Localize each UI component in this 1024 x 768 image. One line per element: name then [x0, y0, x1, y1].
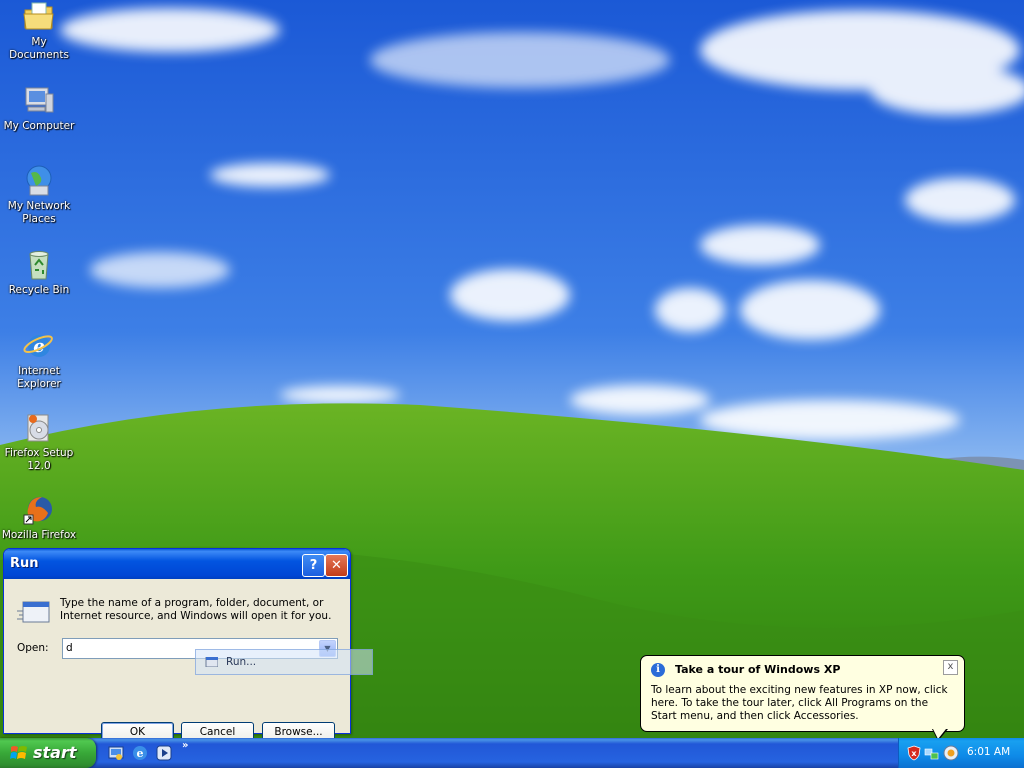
desktop-icon-label: Recycle Bin [8, 284, 70, 296]
desktop-icon-label: Internet Explorer [17, 365, 61, 390]
taskbar: start e » x 6:01 AM [0, 738, 1024, 768]
desktop-icon-label: Mozilla Firefox [1, 529, 77, 541]
windows-logo-icon [10, 746, 27, 759]
info-icon: i [651, 663, 665, 677]
open-label: Open: [17, 642, 49, 654]
internet-explorer-icon: e [22, 329, 56, 363]
close-button[interactable]: ✕ [325, 554, 348, 577]
desktop-icon-label: Firefox Setup 12.0 [4, 447, 74, 472]
desktop-icon-my-documents[interactable]: My Documents [0, 0, 78, 62]
run-program-icon [17, 601, 50, 623]
balloon-title: Take a tour of Windows XP [675, 663, 841, 676]
help-button[interactable]: ? [302, 554, 325, 577]
start-button[interactable]: start [0, 738, 96, 768]
system-tray: x 6:01 AM [898, 738, 1024, 768]
folder-icon [22, 0, 56, 34]
firefox-icon [22, 493, 56, 527]
balloon-text[interactable]: To learn about the exciting new features… [651, 684, 956, 723]
help-icon: ? [309, 558, 318, 573]
start-label: start [33, 743, 77, 762]
network-icon[interactable] [924, 745, 940, 761]
run-dialog: Run ? ✕ Type the name of a program, fold… [3, 548, 351, 745]
tour-balloon[interactable]: i Take a tour of Windows XP x To learn a… [640, 655, 965, 732]
desktop-icon-label: My Computer [3, 120, 75, 132]
svg-text:e: e [137, 747, 144, 760]
desktop-icon-firefox-setup[interactable]: Firefox Setup 12.0 [0, 411, 78, 473]
run-dialog-title-bar[interactable]: Run ? ✕ [4, 549, 350, 579]
desktop-icon-label: My Documents [9, 36, 69, 61]
windows-tour-icon[interactable] [943, 745, 959, 761]
show-desktop-icon[interactable] [107, 744, 125, 762]
internet-explorer-icon[interactable]: e [131, 744, 149, 762]
run-description: Type the name of a program, folder, docu… [60, 597, 332, 622]
run-program-icon [205, 657, 218, 667]
desktop-icon-my-computer[interactable]: My Computer [0, 84, 78, 133]
desktop-icon-my-network-places[interactable]: My Network Places [0, 164, 78, 226]
autocomplete-label: Run... [226, 656, 257, 668]
quick-launch-chevron-icon[interactable]: » [182, 740, 188, 751]
desktop-icon-internet-explorer[interactable]: e Internet Explorer [0, 329, 78, 391]
svg-text:x: x [911, 749, 917, 758]
media-player-icon[interactable] [155, 744, 173, 762]
security-alert-icon[interactable]: x [906, 745, 922, 761]
clock[interactable]: 6:01 AM [967, 746, 1010, 758]
desktop-icon-label: My Network Places [7, 200, 71, 225]
autocomplete-suggestion[interactable]: Run... [195, 649, 373, 675]
network-places-icon [22, 164, 56, 198]
computer-icon [22, 84, 56, 118]
installer-cd-icon [22, 411, 56, 445]
close-icon: ✕ [331, 558, 342, 573]
run-dialog-title: Run [10, 556, 39, 571]
desktop-icon-recycle-bin[interactable]: Recycle Bin [0, 248, 78, 297]
balloon-close-button[interactable]: x [943, 660, 958, 675]
desktop-icon-mozilla-firefox[interactable]: Mozilla Firefox [0, 493, 78, 542]
recycle-bin-icon [22, 248, 56, 282]
